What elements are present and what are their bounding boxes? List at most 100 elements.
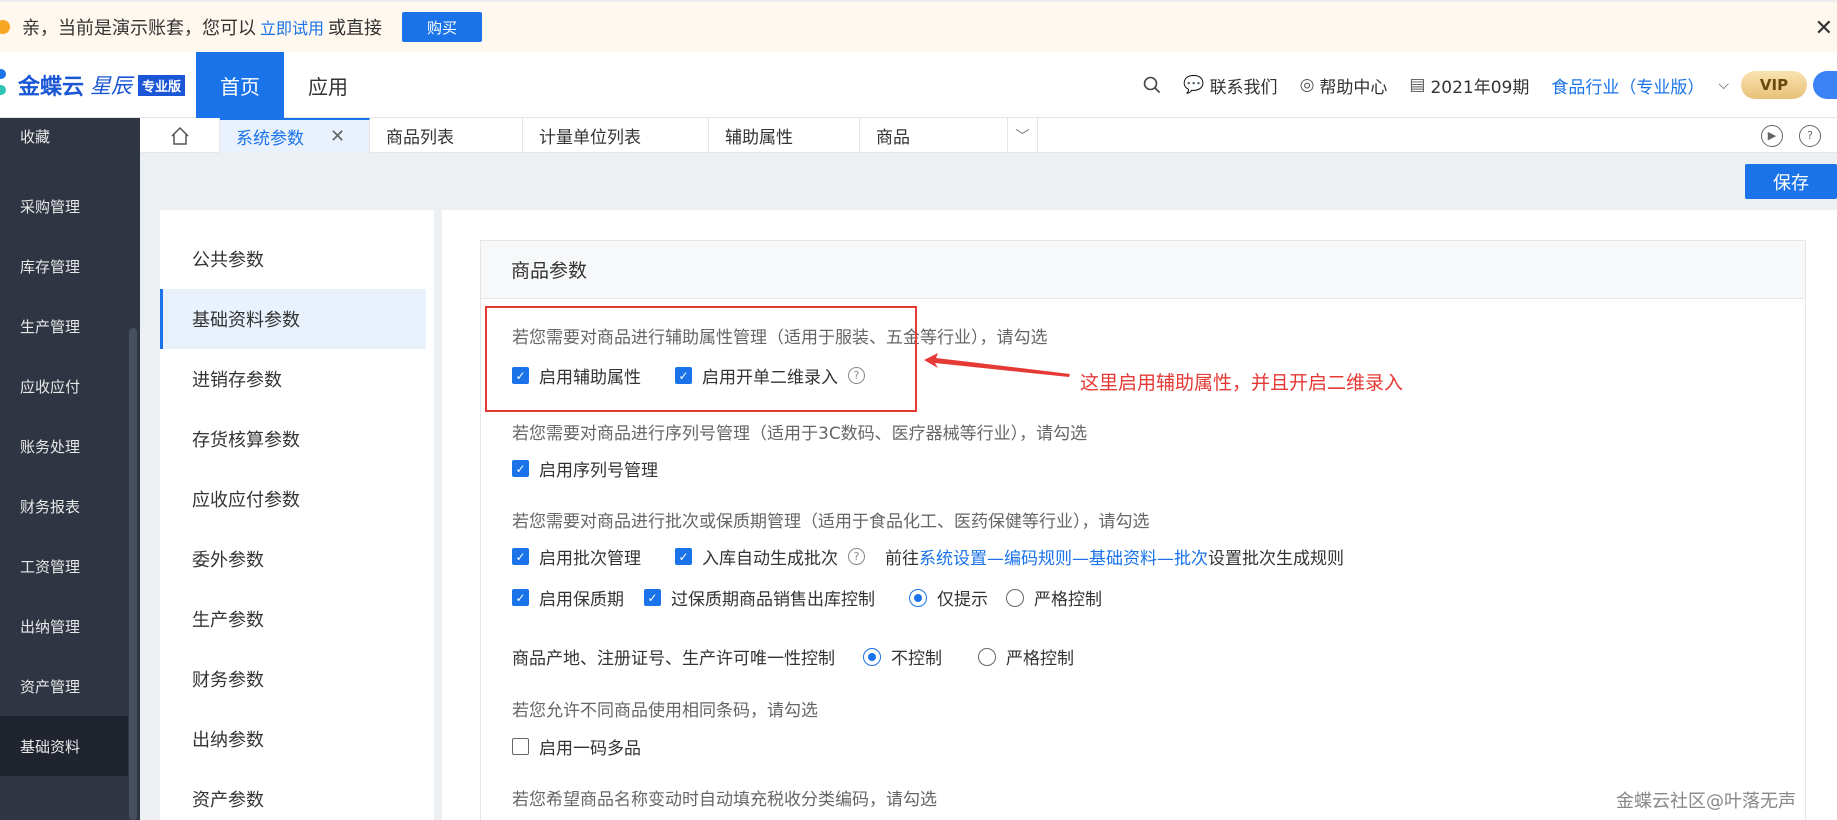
logo[interactable]: 金蝶云 星辰 专业版	[0, 62, 186, 108]
subnav-item-costing[interactable]: 存货核算参数	[160, 409, 426, 469]
barcode-enable-checkbox[interactable]	[512, 738, 529, 755]
contact-us-label: 联系我们	[1209, 77, 1278, 98]
params-subnav: 公共参数 基础资料参数 进销存参数 存货核算参数 应收应付参数 委外参数 生产参…	[160, 210, 455, 820]
shelf-control-checkbox[interactable]: ✓	[644, 589, 661, 606]
tab-label: 系统参数	[236, 129, 304, 149]
sidebar-item-favorites[interactable]: 收藏	[0, 106, 128, 166]
origin-none-radio[interactable]	[863, 647, 881, 666]
origin-control-row: 商品产地、注册证号、生产许可唯一性控制 不控制 严格控制	[512, 644, 1074, 669]
vip-badge[interactable]: VIP	[1741, 71, 1807, 99]
avatar[interactable]	[1813, 71, 1837, 99]
tab-product[interactable]: 商品	[860, 118, 1008, 153]
serial-hint: 若您需要对商品进行序列号管理（适用于3C数码、医疗器械等行业），请勾选	[512, 424, 1088, 444]
compass-icon: ◎	[1299, 75, 1315, 95]
serial-enable-checkbox[interactable]: ✓	[512, 460, 529, 477]
batch-enable-checkbox[interactable]: ✓	[512, 548, 529, 565]
tax-hint: 若您希望商品名称变动时自动填充税收分类编码，请勾选	[512, 790, 937, 810]
home-icon[interactable]	[140, 118, 220, 153]
close-notice-icon[interactable]: ✕	[1815, 16, 1833, 41]
sidebar-item-basic-data[interactable]: 基础资料	[0, 716, 128, 776]
sidebar-item-payroll[interactable]: 工资管理	[0, 536, 128, 596]
sidebar-item-production[interactable]: 生产管理	[0, 296, 128, 356]
close-tab-icon[interactable]: ✕	[330, 126, 345, 147]
batch-enable-label: 启用批次管理	[539, 549, 641, 569]
sidebar-item-label: 基础资料	[20, 737, 81, 756]
subnav-item-receivables[interactable]: 应收应付参数	[160, 469, 426, 529]
period-selector[interactable]: ▤ 2021年09期	[1409, 73, 1529, 98]
tab-bar: 系统参数 ✕ 商品列表 计量单位列表 辅助属性 商品 ﹀ ▶ ?	[140, 118, 1837, 153]
sidebar-item-reports[interactable]: 财务报表	[0, 476, 128, 536]
sidebar-item-label: 账务处理	[20, 437, 81, 456]
batch-hint: 若您需要对商品进行批次或保质期管理（适用于食品化工、医药保健等行业），请勾选	[512, 512, 1150, 532]
logo-brand: 金蝶云	[18, 75, 85, 100]
batch-rule-link[interactable]: 系统设置—编码规则—基础资料—批次	[919, 544, 1208, 569]
account-selector[interactable]: 食品行业（专业版）	[1551, 73, 1704, 98]
notice-text-after: 或直接	[328, 18, 383, 39]
try-now-link[interactable]: 立即试用	[260, 15, 324, 39]
watermark: 金蝶云社区@叶落无声	[1616, 791, 1796, 812]
chevron-down-icon[interactable]: ﹀	[1008, 118, 1038, 153]
origin-label: 商品产地、注册证号、生产许可唯一性控制	[512, 649, 835, 669]
sidebar-item-label: 工资管理	[20, 557, 81, 576]
subnav-item-production[interactable]: 生产参数	[160, 589, 426, 649]
buy-button[interactable]: 购买	[402, 12, 483, 42]
tab-product-list[interactable]: 商品列表	[370, 118, 523, 153]
sidebar-item-label: 应收应付	[20, 377, 81, 396]
barcode-hint: 若您允许不同商品使用相同条码，请勾选	[512, 701, 818, 721]
subnav-item-assets[interactable]: 资产参数	[160, 769, 426, 820]
nav-home[interactable]: 首页	[196, 52, 284, 118]
sidebar-item-label: 财务报表	[20, 497, 81, 516]
subnav-item-outsourcing[interactable]: 委外参数	[160, 529, 426, 589]
notice-text: 亲，当前是演示账套，您可以	[22, 18, 256, 39]
contact-us-link[interactable]: 💬 联系我们	[1183, 73, 1277, 98]
serial-enable-label: 启用序列号管理	[539, 461, 658, 481]
origin-strict-radio[interactable]	[978, 647, 996, 666]
help-center-link[interactable]: ◎ 帮助中心	[1300, 73, 1388, 98]
batch-auto-label: 入库自动生成批次	[702, 549, 838, 569]
subnav-item-sales-inventory[interactable]: 进销存参数	[160, 349, 426, 409]
search-icon[interactable]	[1143, 76, 1161, 94]
subnav-item-cashier[interactable]: 出纳参数	[160, 709, 426, 769]
sidebar-scrollbar[interactable]	[129, 328, 137, 820]
sidebar-item-label: 库存管理	[20, 257, 81, 276]
sidebar-item-label: 出纳管理	[20, 617, 81, 636]
tab-unit-list[interactable]: 计量单位列表	[523, 118, 709, 153]
subnav-item-finance[interactable]: 财务参数	[160, 649, 426, 709]
shelf-life-row: ✓ 启用保质期 ✓ 过保质期商品销售出库控制 仅提示 严格控制	[512, 585, 1102, 610]
tab-aux-attributes[interactable]: 辅助属性	[709, 118, 860, 153]
batch-options-row: ✓ 启用批次管理 ✓ 入库自动生成批次 ? 前往 系统设置—编码规则—基础资料—…	[512, 544, 1344, 569]
chat-icon: 💬	[1183, 75, 1205, 95]
sidebar-item-purchase[interactable]: 采购管理	[0, 176, 128, 236]
period-label: 2021年09期	[1430, 77, 1530, 98]
nav-app[interactable]: 应用	[284, 52, 372, 118]
subnav-item-basic-data[interactable]: 基础资料参数	[160, 289, 426, 349]
chevron-down-icon[interactable]: ⌵	[1718, 77, 1729, 93]
save-button[interactable]: 保存	[1745, 164, 1837, 199]
panel-title: 商品参数	[481, 241, 1805, 299]
barcode-options-row: 启用一码多品	[512, 734, 641, 759]
sidebar-item-label: 收藏	[20, 127, 51, 146]
calendar-icon: ▤	[1409, 75, 1426, 95]
sidebar-item-receivables[interactable]: 应收应付	[0, 356, 128, 416]
shelf-strict-label: 严格控制	[1034, 590, 1102, 610]
main-sidebar: 收藏 采购管理 库存管理 生产管理 应收应付 账务处理 财务报表 工资管理 出纳…	[0, 118, 140, 820]
sidebar-item-inventory[interactable]: 库存管理	[0, 236, 128, 296]
shelf-enable-checkbox[interactable]: ✓	[512, 589, 529, 606]
sidebar-item-cashier[interactable]: 出纳管理	[0, 596, 128, 656]
tab-label: 商品列表	[386, 128, 454, 148]
subnav-item-public[interactable]: 公共参数	[160, 229, 426, 289]
tab-system-params[interactable]: 系统参数 ✕	[220, 118, 370, 153]
play-icon[interactable]: ▶	[1761, 124, 1783, 147]
sidebar-item-assets[interactable]: 资产管理	[0, 656, 128, 716]
goto-suffix: 设置批次生成规则	[1208, 549, 1344, 569]
help-icon[interactable]: ?	[1799, 124, 1821, 147]
annotation-highlight-box	[485, 306, 917, 412]
annotation-text: 这里启用辅助属性，并且开启二维录入	[1080, 372, 1404, 394]
question-icon[interactable]: ?	[848, 548, 865, 565]
shelf-strict-radio[interactable]	[1006, 588, 1024, 607]
sidebar-item-accounting[interactable]: 账务处理	[0, 416, 128, 476]
sidebar-item-label: 生产管理	[20, 317, 81, 336]
batch-auto-checkbox[interactable]: ✓	[675, 548, 692, 565]
shelf-hint-label: 仅提示	[937, 590, 988, 610]
shelf-hint-radio[interactable]	[909, 588, 927, 607]
